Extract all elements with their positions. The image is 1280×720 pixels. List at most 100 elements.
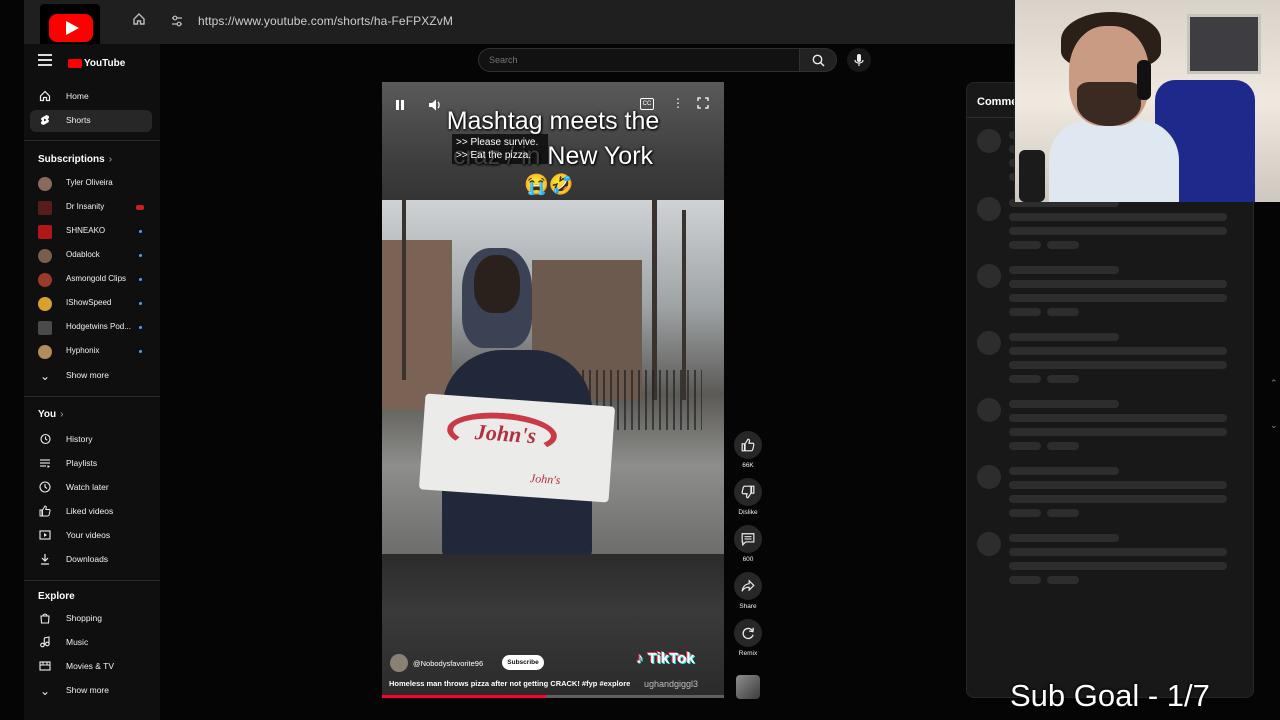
webcam-beard-shape [1077,82,1141,126]
skeleton-line [1009,414,1227,422]
sidebar-item-home[interactable]: Home [30,86,152,108]
captions-icon[interactable]: CC [640,98,654,110]
dislike-button[interactable] [734,478,762,506]
new-content-dot [139,278,142,281]
subscriptions-show-more[interactable]: ⌄ Show more [30,365,152,387]
menu-icon[interactable] [38,54,52,66]
dislike-action[interactable]: Dislike [734,478,762,516]
sidebar-item-your-videos[interactable]: Your videos [30,525,152,547]
comments-button[interactable] [734,525,762,553]
building-shape [382,240,452,410]
sidebar-item-subscription[interactable]: Hodgetwins Pod... [30,317,152,339]
explore-show-more[interactable]: ⌄ Show more [30,680,152,702]
sidebar-item-subscription[interactable]: SHNEAKO [30,221,152,243]
sidebar-item-label: Shopping [66,613,102,623]
channel-avatar [38,177,52,191]
video-frame[interactable]: John's John's [382,200,724,554]
video-progress-bar[interactable] [382,695,724,698]
subscriptions-heading[interactable]: Subscriptions › [38,154,112,165]
person-head-shape [474,255,520,313]
chevron-right-icon: › [60,409,64,420]
channel-avatar [38,225,52,239]
channel-avatar[interactable] [390,654,408,672]
youtube-wordmark[interactable]: YouTube [68,58,125,69]
skeleton-line [1009,294,1227,302]
subscription-label: Odablock [66,250,100,259]
headphones-icon [1137,60,1151,100]
pause-button[interactable] [394,98,412,116]
sidebar-item-liked-videos[interactable]: Liked videos [30,501,152,523]
sidebar-item-subscription[interactable]: Tyler Oliveira [30,173,152,195]
sound-thumbnail[interactable] [736,675,760,699]
comments-action[interactable]: 600 [734,525,762,563]
sidebar-item-history[interactable]: History [30,429,152,451]
subscription-label: Dr Insanity [66,202,105,211]
subscribe-button[interactable]: Subscribe [502,655,544,670]
fullscreen-icon[interactable] [697,97,711,111]
comment-skeleton [967,465,1253,525]
skeleton-line [1009,548,1227,556]
search-input[interactable] [489,53,789,67]
video-description[interactable]: Homeless man throws pizza after not gett… [389,679,630,688]
sidebar-item-label: Home [66,91,89,101]
live-indicator-icon [136,205,144,210]
home-icon[interactable] [132,12,150,30]
shorts-player[interactable]: John's John's @Nobodysfavorite96 Subscri… [382,82,724,698]
search-icon [812,54,825,67]
download-icon [38,553,52,567]
url-text[interactable]: https://www.youtube.com/shorts/ha-FeFPXZ… [198,14,453,28]
volume-button[interactable] [428,98,448,116]
sidebar: YouTube Home Shorts Subscriptions › Tyler… [24,44,160,720]
sidebar-item-downloads[interactable]: Downloads [30,549,152,571]
skeleton-line [1009,576,1041,584]
sidebar-item-music[interactable]: Music [30,632,152,654]
sidebar-item-subscription[interactable]: Hyphonix [30,341,152,363]
sidebar-item-subscription[interactable]: Asmongold Clips [30,269,152,291]
you-heading[interactable]: You › [38,409,64,420]
share-icon [741,579,755,592]
sidebar-item-shopping[interactable]: Shopping [30,608,152,630]
like-button[interactable] [734,431,762,459]
sidebar-item-watch-later[interactable]: Watch later [30,477,152,499]
address-bar[interactable]: https://www.youtube.com/shorts/ha-FeFPXZ… [164,8,1016,36]
channel-avatar [38,201,52,215]
share-action[interactable]: Share [734,572,762,610]
tiktok-watermark: ♪ TikTok [636,650,695,667]
chevron-down-icon: ⌄ [39,684,51,698]
like-action[interactable]: 66K [734,431,762,469]
search-button[interactable] [799,48,837,72]
sidebar-item-playlists[interactable]: Playlists [30,453,152,475]
new-content-dot [139,254,142,257]
sidebar-item-subscription[interactable]: IShowSpeed [30,293,152,315]
remix-button[interactable] [734,619,762,647]
skeleton-line [1009,361,1227,369]
playlists-icon [38,457,52,471]
youtube-wordmark-text: YouTube [84,58,126,69]
voice-search-button[interactable] [847,48,871,72]
skeleton-avatar [977,465,1001,489]
search-box[interactable] [478,48,800,72]
skeleton-avatar [977,532,1001,556]
share-button[interactable] [734,572,762,600]
skeleton-line [1009,400,1119,408]
subscriptions-title: Subscriptions [38,154,105,165]
skeleton-avatar [977,398,1001,422]
scroll-up-icon[interactable]: ⌃ [1270,378,1280,388]
sidebar-item-shorts[interactable]: Shorts [30,110,152,132]
skeleton-line [1009,495,1227,503]
youtube-logo-play-shape [66,21,79,35]
sidebar-item-subscription[interactable]: Odablock [30,245,152,267]
more-options-icon[interactable]: ⋮ [672,96,684,112]
webcam-wall-frame-shape [1187,14,1261,74]
remix-action[interactable]: Remix [734,619,762,657]
tree-shape [402,200,406,380]
skeleton-line [1009,213,1227,221]
scroll-down-icon[interactable]: ⌄ [1270,420,1280,430]
sidebar-item-subscription[interactable]: Dr Insanity [30,197,152,219]
sidebar-item-movies-tv[interactable]: Movies & TV [30,656,152,678]
skeleton-line [1047,509,1079,517]
pizza-box: John's John's [418,393,616,503]
show-more-label: Show more [66,370,109,380]
channel-name[interactable]: @Nobodysfavorite96 [413,659,483,668]
site-settings-icon[interactable] [170,14,186,30]
